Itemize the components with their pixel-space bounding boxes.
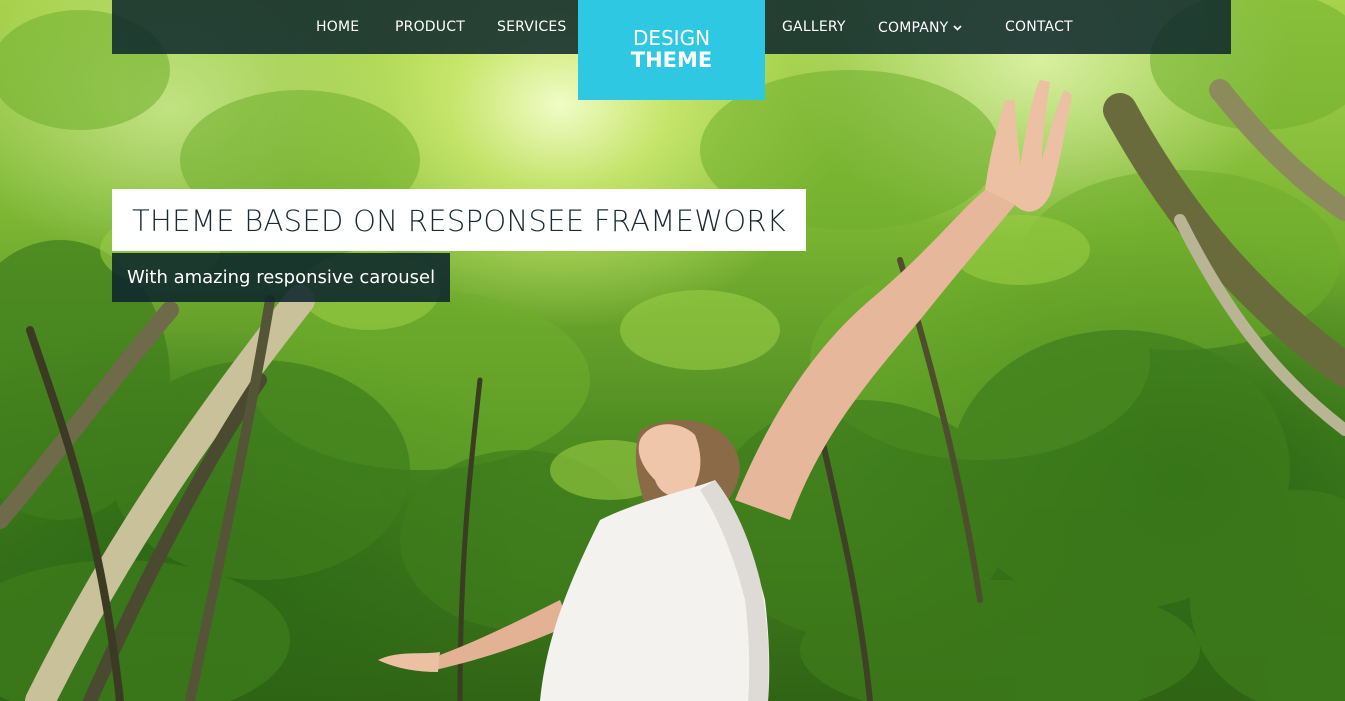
nav-item-company[interactable]: COMPANY bbox=[878, 0, 963, 54]
forest-woman-illustration bbox=[0, 0, 1345, 701]
logo-text-theme: THEME bbox=[630, 48, 713, 72]
chevron-down-icon bbox=[953, 0, 963, 54]
hero-slide-image bbox=[0, 0, 1345, 701]
carousel-caption-subtitle: With amazing responsive carousel bbox=[112, 253, 451, 302]
nav-item-product[interactable]: PRODUCT bbox=[395, 0, 465, 54]
logo-text-design: DESIGN bbox=[632, 26, 711, 50]
nav-item-company-label: COMPANY bbox=[878, 20, 949, 36]
site-logo[interactable]: DESIGN THEME bbox=[578, 0, 765, 100]
nav-item-services[interactable]: SERVICES bbox=[497, 0, 567, 54]
carousel-caption-title: THEME BASED ON RESPONSEE FRAMEWORK bbox=[112, 189, 807, 251]
nav-item-contact[interactable]: CONTACT bbox=[1005, 0, 1073, 54]
nav-item-home[interactable]: HOME bbox=[316, 0, 359, 54]
nav-item-gallery[interactable]: GALLERY bbox=[782, 0, 846, 54]
